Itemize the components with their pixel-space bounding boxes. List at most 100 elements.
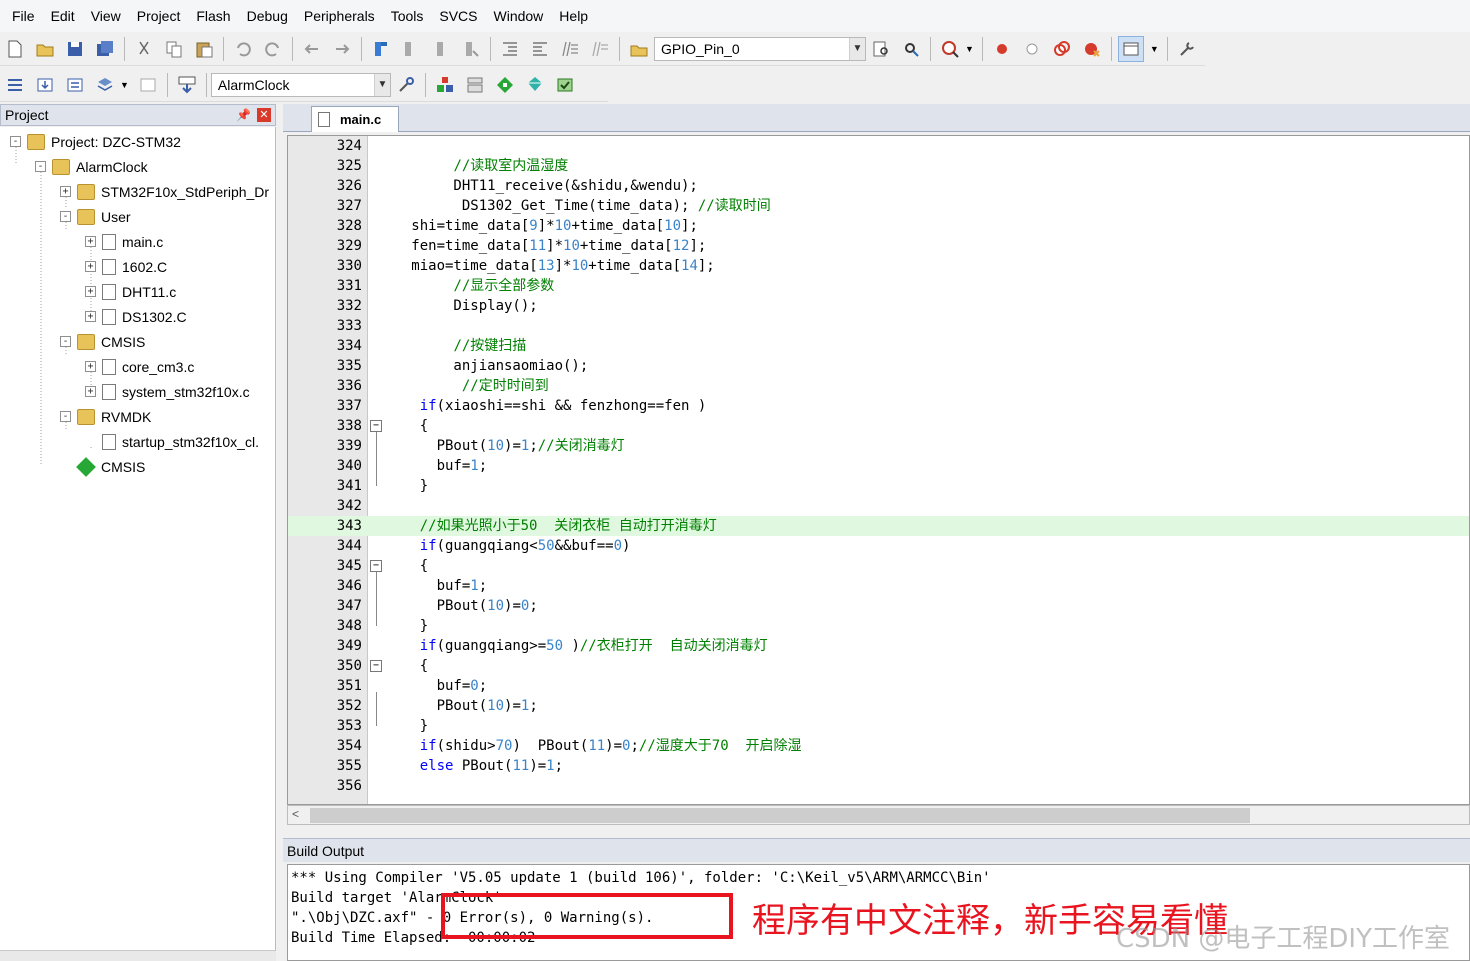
undo-icon[interactable] xyxy=(230,36,256,62)
expand-icon[interactable]: + xyxy=(85,261,96,272)
run-time-env-icon[interactable] xyxy=(492,72,518,98)
breakpoint-icon[interactable] xyxy=(989,36,1015,62)
code-line[interactable]: 334 //按键扫描 xyxy=(288,336,1469,356)
tree-item[interactable]: +1602.C xyxy=(85,254,167,279)
tab-main-c[interactable]: main.c xyxy=(311,106,399,132)
tree-item[interactable]: - RVMDK xyxy=(60,404,151,429)
expand-icon[interactable]: + xyxy=(60,186,71,197)
find-in-files-icon[interactable] xyxy=(626,36,652,62)
tree-item[interactable]: - CMSIS xyxy=(60,329,145,354)
code-line[interactable]: 333 xyxy=(288,316,1469,336)
scrollbar-thumb[interactable] xyxy=(310,808,1250,823)
tree-item[interactable]: + main.c xyxy=(85,229,163,254)
redo-icon[interactable] xyxy=(260,36,286,62)
code-line[interactable]: 347 PBout(10)=0; xyxy=(288,596,1469,616)
tree-item[interactable]: + DHT11.c xyxy=(85,279,176,304)
code-line[interactable]: 342 xyxy=(288,496,1469,516)
find-replace-icon[interactable] xyxy=(898,36,924,62)
chevron-down-icon[interactable]: ▼ xyxy=(120,80,129,90)
scroll-left-icon[interactable]: < xyxy=(292,807,299,821)
uncomment-icon[interactable] xyxy=(587,36,613,62)
kill-breakpoints-icon[interactable] xyxy=(1049,36,1075,62)
code-line[interactable]: 355 else PBout(11)=1; xyxy=(288,756,1469,776)
menu-tools[interactable]: Tools xyxy=(383,0,432,32)
select-packs-icon[interactable] xyxy=(552,72,578,98)
code-line[interactable]: 343 //如果光照小于50 关闭衣柜 自动打开消毒灯 xyxy=(288,516,1469,536)
code-line[interactable]: 329 fen=time_data[11]*10+time_data[12]; xyxy=(288,236,1469,256)
code-line[interactable]: 353 } xyxy=(288,716,1469,736)
code-line[interactable]: 335 anjiansaomiao(); xyxy=(288,356,1469,376)
code-line[interactable]: 324 xyxy=(288,136,1469,156)
fold-toggle-icon[interactable]: − xyxy=(370,660,382,672)
rebuild-icon[interactable] xyxy=(62,72,88,98)
code-line[interactable]: 344 if(guangqiang<50&&buf==0) xyxy=(288,536,1469,556)
target-combo[interactable]: AlarmClock ▼ xyxy=(210,72,391,97)
next-bookmark-icon[interactable] xyxy=(428,36,454,62)
menu-debug[interactable]: Debug xyxy=(239,0,296,32)
paste-icon[interactable] xyxy=(191,36,217,62)
nav-forward-icon[interactable] xyxy=(329,36,355,62)
clear-bookmarks-icon[interactable] xyxy=(458,36,484,62)
chevron-down-icon[interactable]: ▼ xyxy=(1150,44,1159,54)
tree-item[interactable]: startup_stm32f10x_cl. xyxy=(85,429,259,454)
collapse-icon[interactable]: - xyxy=(35,161,46,172)
code-line[interactable]: 351 buf=0; xyxy=(288,676,1469,696)
open-file-icon[interactable] xyxy=(32,36,58,62)
window-layout-icon[interactable] xyxy=(1117,35,1144,62)
batch-build-icon[interactable] xyxy=(92,72,118,98)
menu-peripherals[interactable]: Peripherals xyxy=(296,0,383,32)
collapse-icon[interactable]: - xyxy=(10,136,21,147)
stop-build-icon[interactable] xyxy=(135,72,161,98)
chevron-down-icon[interactable]: ▼ xyxy=(849,37,865,60)
menu-flash[interactable]: Flash xyxy=(188,0,238,32)
tree-item[interactable]: + DS1302.C xyxy=(85,304,187,329)
collapse-icon[interactable]: - xyxy=(60,336,71,347)
expand-icon[interactable]: + xyxy=(85,386,96,397)
code-line[interactable]: 352 PBout(10)=1; xyxy=(288,696,1469,716)
save-icon[interactable] xyxy=(62,36,88,62)
unindent-icon[interactable] xyxy=(527,36,553,62)
expand-icon[interactable]: + xyxy=(85,311,96,322)
target-options-icon[interactable] xyxy=(393,72,419,98)
tree-item[interactable]: - AlarmClock xyxy=(35,154,148,179)
code-line[interactable]: 338− { xyxy=(288,416,1469,436)
code-line[interactable]: 339 PBout(10)=1;//关闭消毒灯 xyxy=(288,436,1469,456)
code-editor[interactable]: 324 325 //读取室内温湿度 326 DHT11_receive(&shidu… xyxy=(287,135,1470,805)
close-icon[interactable]: ✕ xyxy=(257,108,271,122)
code-line[interactable]: 354 if(shidu>70) PBout(11)=0;//湿度大于70 开启… xyxy=(288,736,1469,756)
code-line[interactable]: 330 miao=time_data[13]*10+time_data[14]; xyxy=(288,256,1469,276)
expand-icon[interactable]: + xyxy=(85,361,96,372)
tree-item[interactable]: + core_cm3.c xyxy=(85,354,194,379)
code-line[interactable]: 327 DS1302_Get_Time(time_data); //读取时间 xyxy=(288,196,1469,216)
code-line[interactable]: 349 if(guangqiang>=50 )//衣柜打开 自动关闭消毒灯 xyxy=(288,636,1469,656)
expand-icon[interactable]: + xyxy=(85,236,96,247)
manage-components-icon[interactable] xyxy=(432,72,458,98)
project-scrollbar[interactable] xyxy=(0,950,276,961)
tree-item[interactable]: - Project: DZC-STM32 xyxy=(10,129,181,154)
menu-file[interactable]: File xyxy=(4,0,43,32)
code-line[interactable]: 345− { xyxy=(288,556,1469,576)
code-line[interactable]: 325 //读取室内温湿度 xyxy=(288,156,1469,176)
code-line[interactable]: 331 //显示全部参数 xyxy=(288,276,1469,296)
menu-help[interactable]: Help xyxy=(551,0,596,32)
prev-bookmark-icon[interactable] xyxy=(398,36,424,62)
code-line[interactable]: 336 //定时时间到 xyxy=(288,376,1469,396)
menu-project[interactable]: Project xyxy=(129,0,189,32)
incremental-find-icon[interactable] xyxy=(868,36,894,62)
comment-icon[interactable] xyxy=(557,36,583,62)
file-extensions-icon[interactable] xyxy=(462,72,488,98)
menu-window[interactable]: Window xyxy=(486,0,552,32)
chevron-down-icon[interactable]: ▼ xyxy=(373,73,390,96)
code-line[interactable]: 356 xyxy=(288,776,1469,796)
collapse-icon[interactable]: - xyxy=(60,411,71,422)
menu-view[interactable]: View xyxy=(83,0,129,32)
download-icon[interactable] xyxy=(174,72,200,98)
tree-item[interactable]: CMSIS xyxy=(60,454,145,479)
tree-item[interactable]: + system_stm32f10x.c xyxy=(85,379,250,404)
collapse-icon[interactable]: - xyxy=(60,211,71,222)
debug-session-icon[interactable] xyxy=(937,36,963,62)
indent-icon[interactable] xyxy=(497,36,523,62)
translate-icon[interactable] xyxy=(2,72,28,98)
pin-icon[interactable]: 📌 xyxy=(236,108,251,122)
code-line[interactable]: 337 if(xiaoshi==shi && fenzhong==fen ) xyxy=(288,396,1469,416)
